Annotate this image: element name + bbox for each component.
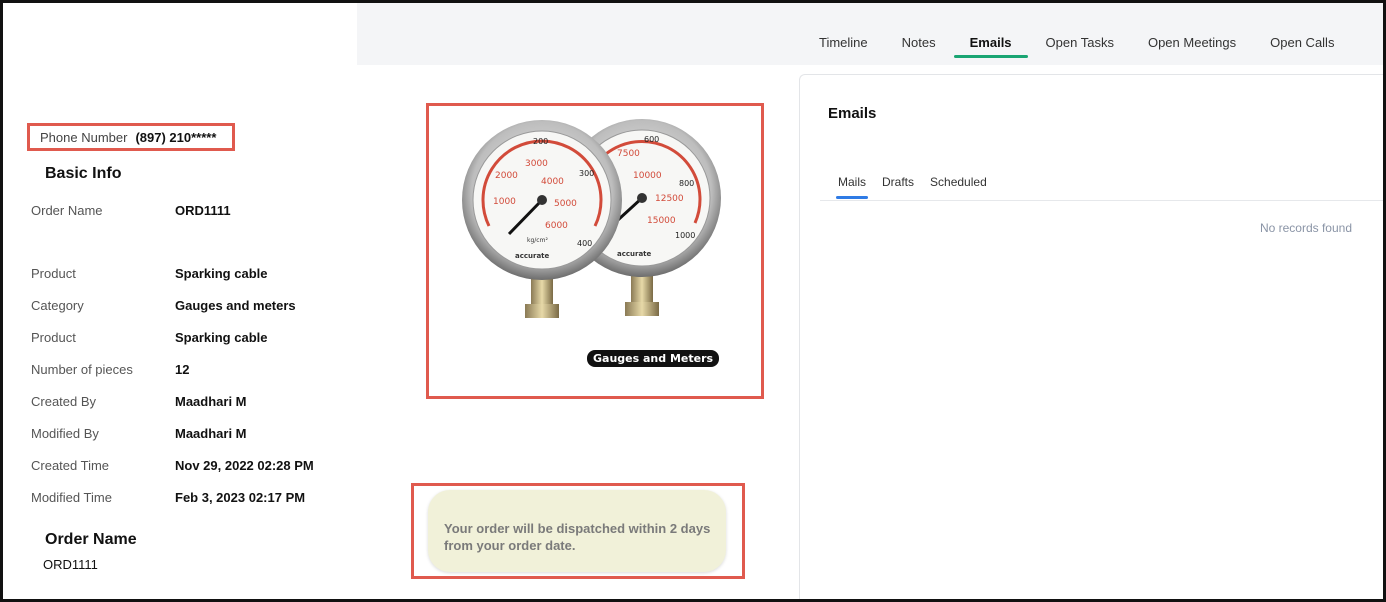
emails-heading: Emails xyxy=(828,105,877,122)
phone-number-field: Phone Number (897) 210***** xyxy=(27,123,235,151)
tab-notes[interactable]: Notes xyxy=(902,3,936,65)
phone-number-value[interactable]: (897) 210***** xyxy=(135,130,216,145)
info-key: Order Name xyxy=(31,203,103,218)
info-value[interactable]: Sparking cable xyxy=(175,330,267,345)
active-tab-indicator xyxy=(953,55,1028,58)
info-value[interactable]: Nov 29, 2022 02:28 PM xyxy=(175,458,314,473)
info-value[interactable]: Maadhari M xyxy=(175,426,247,441)
dispatch-note-bubble: Your order will be dispatched within 2 d… xyxy=(428,490,726,572)
related-tabs: Timeline Notes Emails Open Tasks Open Me… xyxy=(819,3,1368,65)
info-key: Created Time xyxy=(31,458,110,473)
product-image-box: 7500 10000 12500 15000 600 800 1000 accu… xyxy=(426,103,764,399)
info-key: Number of pieces xyxy=(31,362,133,377)
info-value[interactable]: Feb 3, 2023 02:17 PM xyxy=(175,490,305,505)
svg-text:12500: 12500 xyxy=(655,194,684,204)
subtab-divider xyxy=(820,200,1383,201)
email-subtabs: Mails Drafts Scheduled xyxy=(836,175,1003,199)
info-value[interactable]: Maadhari M xyxy=(175,394,247,409)
svg-text:3000: 3000 xyxy=(525,159,548,169)
svg-text:800: 800 xyxy=(679,179,694,188)
svg-text:5000: 5000 xyxy=(554,199,577,209)
info-key: Product xyxy=(31,330,76,345)
info-key: Product xyxy=(31,266,76,281)
svg-text:4000: 4000 xyxy=(541,177,564,187)
svg-text:10000: 10000 xyxy=(633,171,662,181)
info-key: Modified Time xyxy=(31,490,112,505)
tab-open-calls[interactable]: Open Calls xyxy=(1270,3,1334,65)
tab-open-meetings[interactable]: Open Meetings xyxy=(1148,3,1236,65)
svg-text:200: 200 xyxy=(533,137,548,146)
dispatch-note-box: Your order will be dispatched within 2 d… xyxy=(411,483,745,579)
image-caption: Gauges and Meters xyxy=(587,350,720,367)
svg-text:1000: 1000 xyxy=(675,231,695,240)
order-name-heading: Order Name xyxy=(45,531,137,548)
tab-emails[interactable]: Emails xyxy=(953,3,1028,65)
active-subtab-indicator xyxy=(836,196,869,199)
info-value[interactable]: 12 xyxy=(175,362,189,377)
tab-open-tasks[interactable]: Open Tasks xyxy=(1046,3,1114,65)
svg-text:accurate: accurate xyxy=(515,252,550,260)
emails-panel: Emails Mails Drafts Scheduled No records… xyxy=(799,74,1383,599)
info-key: Category xyxy=(31,298,84,313)
info-key: Modified By xyxy=(31,426,99,441)
info-value[interactable]: Sparking cable xyxy=(175,266,267,281)
subtab-scheduled[interactable]: Scheduled xyxy=(930,175,987,189)
svg-text:6000: 6000 xyxy=(545,221,568,231)
info-value[interactable]: ORD1111 xyxy=(175,203,231,218)
info-value[interactable]: Gauges and meters xyxy=(175,298,296,313)
svg-text:15000: 15000 xyxy=(647,216,676,226)
phone-number-label: Phone Number xyxy=(40,129,128,145)
svg-text:600: 600 xyxy=(644,135,659,144)
svg-text:1000: 1000 xyxy=(493,197,516,207)
order-name-value: ORD1111 xyxy=(43,557,98,572)
info-key: Created By xyxy=(31,394,97,409)
svg-text:7500: 7500 xyxy=(617,149,640,159)
dispatch-note-text: Your order will be dispatched within 2 d… xyxy=(444,521,711,553)
basic-info-heading: Basic Info xyxy=(45,165,122,182)
svg-text:300: 300 xyxy=(579,169,594,178)
svg-text:2000: 2000 xyxy=(495,171,518,181)
gauge-left-icon: 3000 4000 5000 6000 1000 2000 200 300 40… xyxy=(462,120,622,318)
subtab-mails[interactable]: Mails xyxy=(836,175,869,199)
subtab-drafts[interactable]: Drafts xyxy=(882,175,914,189)
record-detail-page: Timeline Notes Emails Open Tasks Open Me… xyxy=(0,0,1386,602)
empty-state-text: No records found xyxy=(1259,221,1352,235)
svg-text:accurate: accurate xyxy=(617,250,652,258)
tab-timeline[interactable]: Timeline xyxy=(819,3,868,65)
svg-text:kg/cm²: kg/cm² xyxy=(527,237,548,244)
svg-text:400: 400 xyxy=(577,239,592,248)
